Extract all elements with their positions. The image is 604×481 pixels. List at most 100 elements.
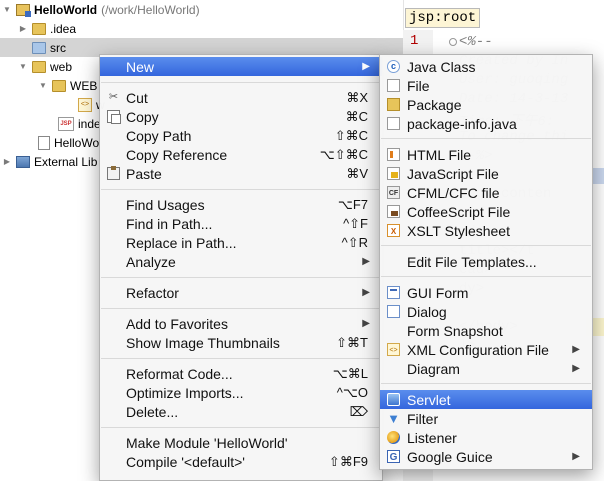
submenu-item-coffeescript-file[interactable]: CoffeeScript File [380,202,592,221]
expand-arrow-icon[interactable]: ▼ [2,5,12,14]
menu-separator [101,427,381,428]
scissors-icon: ✂ [108,91,119,103]
tree-row-idea[interactable]: ▶ .idea [0,19,403,38]
file-icon [387,117,400,130]
xslt-file-icon: X [387,224,400,237]
folder-icon [32,22,46,35]
html-file-icon [387,148,400,161]
tree-label: WEB [70,78,98,93]
menu-item-analyze[interactable]: Analyze ▶ [100,252,382,271]
menu-label: CoffeeScript File [407,203,511,220]
submenu-item-listener[interactable]: Listener [380,428,592,447]
collapse-arrow-icon[interactable]: ▶ [2,157,12,166]
submenu-item-xslt-stylesheet[interactable]: X XSLT Stylesheet [380,221,592,240]
menu-label: Listener [407,429,457,446]
new-submenu[interactable]: c Java Class File Package package-info.j… [379,54,593,470]
menu-item-refactor[interactable]: Refactor ▶ [100,283,382,302]
submenu-arrow-icon: ▶ [362,256,370,267]
menu-shortcut: ⇧⌘F9 [328,453,368,469]
menu-label: Diagram [407,360,460,377]
fold-marker-icon[interactable] [449,38,457,46]
menu-item-reformat-code[interactable]: Reformat Code... ⌥⌘L [100,364,382,383]
package-icon [387,98,400,111]
collapse-arrow-icon[interactable]: ▶ [18,24,28,33]
menu-item-new[interactable]: New ▶ [100,57,382,76]
menu-shortcut: ⌥⇧⌘C [319,146,368,162]
submenu-arrow-icon: ▶ [572,344,580,355]
submenu-arrow-icon: ▶ [572,363,580,374]
menu-item-copy-path[interactable]: Copy Path ⇧⌘C [100,126,382,145]
menu-separator [381,245,591,246]
menu-shortcut: ^⇧R [341,234,368,250]
menu-label: Replace in Path... [126,234,237,251]
menu-separator [381,138,591,139]
submenu-item-package-info[interactable]: package-info.java [380,114,592,133]
line-number: 1 [410,33,419,49]
menu-shortcut: ⇧⌘T [336,334,368,350]
menu-label: Optimize Imports... [126,384,244,401]
menu-item-add-to-favorites[interactable]: Add to Favorites ▶ [100,314,382,333]
menu-separator [381,276,591,277]
tree-path-detail: (/work/HelloWorld) [101,2,200,17]
menu-item-show-image-thumbnails[interactable]: Show Image Thumbnails ⇧⌘T [100,333,382,352]
menu-item-copy-reference[interactable]: Copy Reference ⌥⇧⌘C [100,145,382,164]
menu-item-copy[interactable]: Copy ⌘C [100,107,382,126]
menu-label: Package [407,96,462,113]
menu-label: Filter [407,410,439,427]
submenu-item-form-snapshot[interactable]: Form Snapshot [380,321,592,340]
tree-label: HelloWo [54,135,100,150]
menu-item-find-in-path[interactable]: Find in Path... ^⇧F [100,214,382,233]
submenu-item-java-class[interactable]: c Java Class [380,57,592,76]
menu-item-compile[interactable]: Compile '<default>' ⇧⌘F9 [100,452,382,471]
menu-item-cut[interactable]: ✂ Cut ⌘X [100,88,382,107]
tree-label: web [50,59,73,74]
context-menu[interactable]: New ▶ ✂ Cut ⌘X Copy ⌘C Copy Path ⇧⌘C Cop… [99,54,383,481]
submenu-item-edit-file-templates[interactable]: Edit File Templates... [380,252,592,271]
submenu-item-xml-configuration-file[interactable]: <> XML Configuration File ▶ [380,340,592,359]
submenu-item-diagram[interactable]: Diagram ▶ [380,359,592,378]
menu-item-replace-in-path[interactable]: Replace in Path... ^⇧R [100,233,382,252]
submenu-item-filter[interactable]: ▼ Filter [380,409,592,428]
expand-arrow-icon[interactable]: ▼ [18,62,28,71]
submenu-item-html-file[interactable]: HTML File [380,145,592,164]
submenu-item-gui-form[interactable]: GUI Form [380,283,592,302]
menu-label: Form Snapshot [407,322,503,339]
menu-label: Copy Reference [126,146,228,163]
submenu-item-cfml-file[interactable]: CF CFML/CFC file [380,183,592,202]
submenu-item-google-guice[interactable]: G Google Guice ▶ [380,447,592,466]
cfml-file-icon: CF [387,186,400,199]
menu-label: Delete... [126,403,179,420]
submenu-item-package[interactable]: Package [380,95,592,114]
expand-arrow-icon[interactable]: ▼ [38,81,48,90]
breadcrumb[interactable]: jsp:root [405,8,481,28]
menu-item-delete[interactable]: Delete... ⌦ [100,402,382,421]
menu-shortcut: ⌘V [346,165,368,181]
menu-item-paste[interactable]: Paste ⌘V [100,164,382,183]
submenu-arrow-icon: ▶ [362,287,370,298]
menu-label: Reformat Code... [126,365,233,382]
menu-separator [101,277,381,278]
menu-shortcut: ^⌥O [336,384,368,400]
guice-icon: G [387,450,400,463]
menu-item-optimize-imports[interactable]: Optimize Imports... ^⌥O [100,383,382,402]
menu-item-find-usages[interactable]: Find Usages ⌥F7 [100,195,382,214]
submenu-item-file[interactable]: File [380,76,592,95]
jsp-file-icon: JSP [58,116,74,131]
submenu-item-servlet[interactable]: Servlet [380,390,592,409]
menu-label: File [407,77,430,94]
module-file-icon [38,135,50,150]
menu-separator [101,189,381,190]
filter-icon: ▼ [387,411,400,426]
menu-item-make-module[interactable]: Make Module 'HelloWorld' [100,433,382,452]
submenu-item-dialog[interactable]: Dialog [380,302,592,321]
menu-label: Refactor [126,284,179,301]
menu-label: XML Configuration File [407,341,549,358]
menu-label: CFML/CFC file [407,184,500,201]
menu-label: Compile '<default>' [126,453,245,470]
submenu-item-javascript-file[interactable]: JavaScript File [380,164,592,183]
tree-row-project-root[interactable]: ▼ HelloWorld (/work/HelloWorld) [0,0,403,19]
menu-label: Copy [126,108,159,125]
javascript-file-icon [387,167,400,180]
web-folder-icon [32,60,46,73]
menu-shortcut: ⌥F7 [337,196,368,212]
